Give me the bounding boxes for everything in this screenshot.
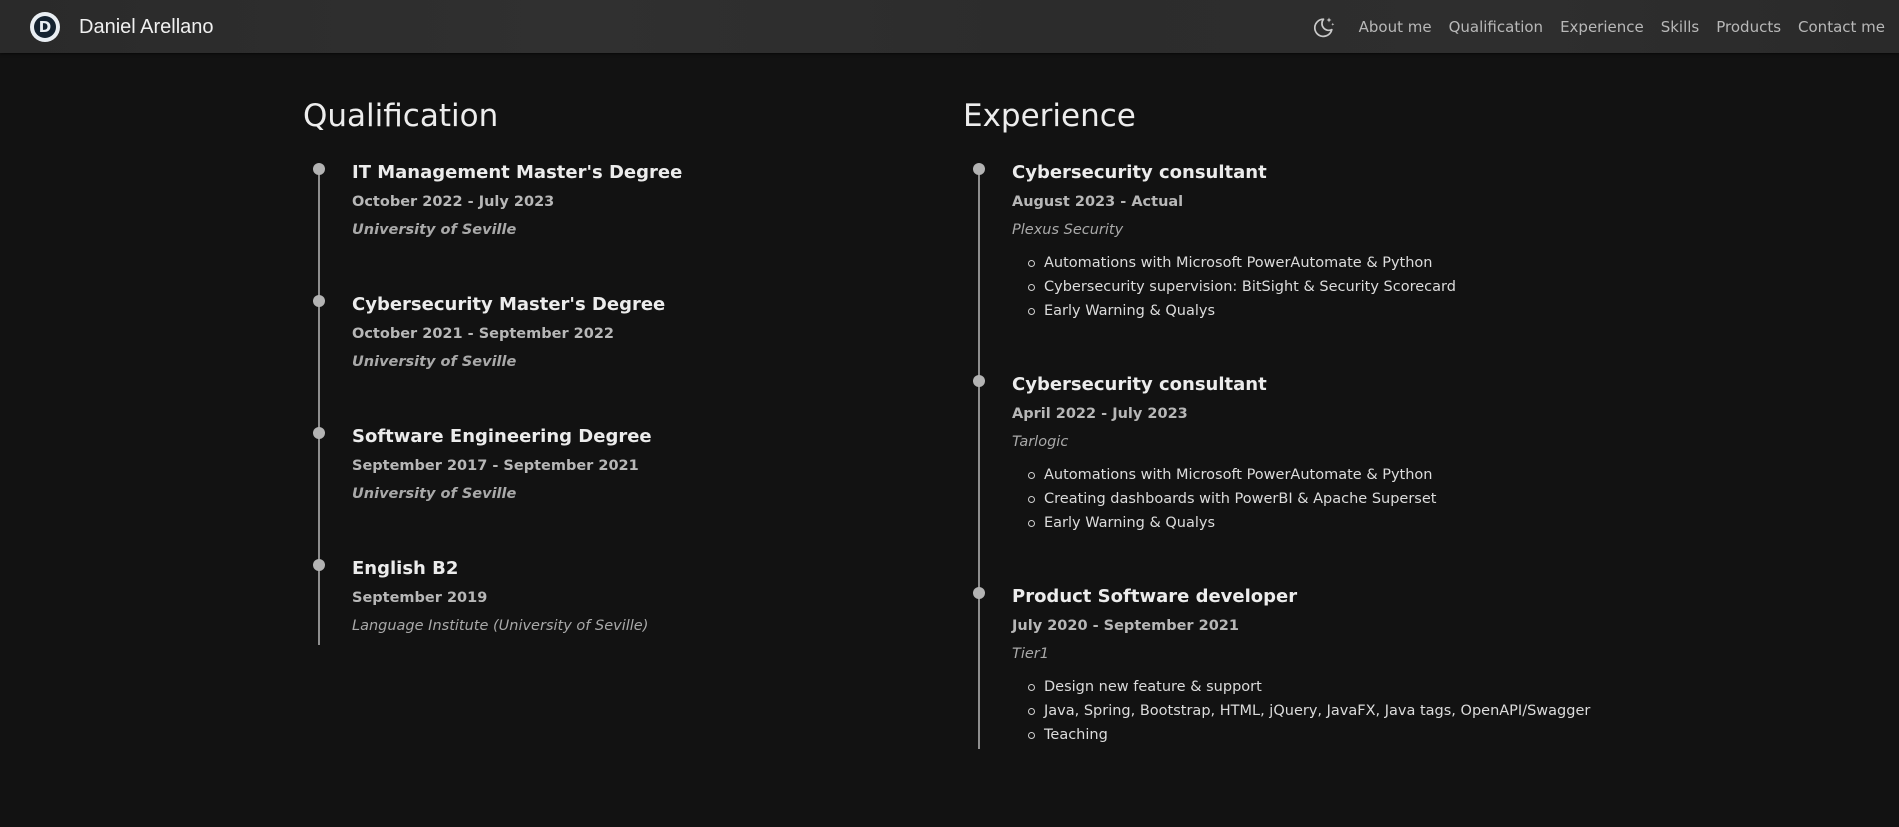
job-duty: Early Warning & Qualys [1028,299,1456,323]
job-company: Plexus Security [1012,222,1124,238]
job-duty: Early Warning & Qualys [1028,511,1436,535]
logo-letter: D [34,16,56,38]
nav-about-me[interactable]: About me [1359,18,1432,36]
job-duty: Design new feature & support [1028,675,1590,699]
qualification-title-text: English B2 [352,558,459,579]
qualification-institution: Language Institute (University of Sevill… [352,618,649,634]
nav-products[interactable]: Products [1716,18,1781,36]
nav-experience[interactable]: Experience [1560,18,1644,36]
qualification-title-text: IT Management Master's Degree [352,162,683,183]
qualification-date: October 2022 - July 2023 [352,194,555,210]
timeline-dot [313,559,325,571]
job-date: April 2022 - July 2023 [1012,406,1188,422]
logo-icon: D [30,12,60,42]
job-date: July 2020 - September 2021 [1012,618,1239,634]
nav-contact-me[interactable]: Contact me [1798,18,1885,36]
job-duty: Automations with Microsoft PowerAutomate… [1028,251,1456,275]
job-duty: Automations with Microsoft PowerAutomate… [1028,463,1436,487]
nav-skills[interactable]: Skills [1661,18,1700,36]
timeline-dot [313,163,325,175]
job-duties: Automations with Microsoft PowerAutomate… [1028,251,1456,323]
job-duty: Teaching [1028,723,1590,747]
qualification-title: Qualification [303,98,499,134]
job-title: Cybersecurity consultant [1012,162,1267,183]
qualification-title-text: Cybersecurity Master's Degree [352,294,666,315]
qualification-date: September 2019 [352,590,488,606]
job-duty: Creating dashboards with PowerBI & Apach… [1028,487,1436,511]
qualification-institution: University of Seville [352,354,517,370]
qualification-institution: University of Seville [352,486,517,502]
job-title: Product Software developer [1012,586,1298,607]
timeline-dot [313,427,325,439]
qualification-date: September 2017 - September 2021 [352,458,639,474]
job-duty: Java, Spring, Bootstrap, HTML, jQuery, J… [1028,699,1590,723]
top-navbar: D Daniel Arellano About me Qualification… [0,0,1899,53]
job-duties: Design new feature & support Java, Sprin… [1028,675,1590,747]
timeline-dot [313,295,325,307]
timeline-dot [973,375,985,387]
job-duty: Cybersecurity supervision: BitSight & Se… [1028,275,1456,299]
job-duties: Automations with Microsoft PowerAutomate… [1028,463,1436,535]
job-date: August 2023 - Actual [1012,194,1184,210]
main-nav: About me Qualification Experience Skills… [1310,14,1885,40]
timeline-line [978,169,980,749]
qualification-title-text: Software Engineering Degree [352,426,652,447]
moon-stars-icon[interactable] [1310,14,1336,40]
brand-name[interactable]: Daniel Arellano [79,16,214,39]
timeline-dot [973,587,985,599]
timeline-line [318,169,320,645]
job-company: Tarlogic [1012,434,1069,450]
job-company: Tier1 [1012,646,1049,662]
qualification-date: October 2021 - September 2022 [352,326,614,342]
experience-title: Experience [963,98,1136,134]
brand[interactable]: D Daniel Arellano [30,12,214,42]
job-title: Cybersecurity consultant [1012,374,1267,395]
timeline-dot [973,163,985,175]
qualification-institution: University of Seville [352,222,517,238]
nav-qualification[interactable]: Qualification [1449,18,1543,36]
